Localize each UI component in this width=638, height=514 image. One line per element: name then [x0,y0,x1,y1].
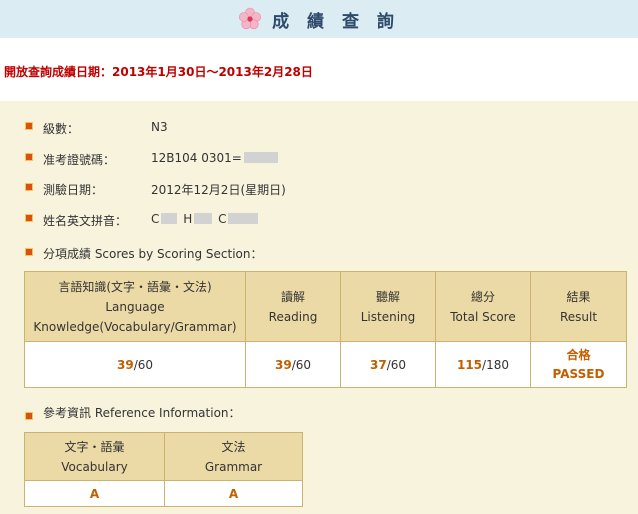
result-pass-label: 合格 [566,347,591,362]
col-result: 結果 Result [530,271,627,342]
redacted-block [194,213,213,224]
grammar-grade: A [164,480,303,507]
col-header-line: Result [559,309,598,324]
col-language-knowledge: 言語知識(文字・語彙・文法) Language Knowledge(Vocabu… [24,271,246,342]
score-total: 115/180 [435,341,531,388]
name-romaji-value: C H C [151,212,260,226]
col-header-line: 聽解 [375,289,400,304]
grade-value: A [89,486,100,501]
scores-table: 言語知識(文字・語彙・文法) Language Knowledge(Vocabu… [24,271,627,388]
col-grammar: 文法 Grammar [164,432,303,481]
col-header-line: Reading [268,309,318,324]
bullet-icon [25,248,33,256]
exam-number-text: 12B104 0301= [151,151,242,165]
col-header-line: Vocabulary [61,459,128,474]
col-reading: 讀解 Reading [245,271,341,342]
col-header-line: Language [105,299,165,314]
name-romaji-label: 姓名英文拼音： [43,214,128,228]
score-value: 37 [369,357,387,372]
score-value: 115 [456,357,483,372]
reference-table: 文字・語彙 Vocabulary 文法 Grammar A A [24,432,303,507]
col-header-line: 總分 [470,289,495,304]
exam-number-value: 12B104 0301= [151,151,280,165]
grade-value: A [228,486,239,501]
score-max: /60 [133,357,153,372]
score-value: 39 [116,357,134,372]
exam-number-label: 准考證號碼： [43,153,116,167]
bullet-icon [25,153,33,161]
page-header: 成 績 查 詢 [0,0,638,38]
score-max: /180 [482,357,509,372]
col-header-line: 文法 [221,439,246,454]
test-date-value: 2012年12月2日(星期日) [151,183,286,197]
col-listening: 聽解 Listening [340,271,436,342]
cherry-blossom-icon [239,7,262,30]
result-cell: 合格 PASSED [530,341,627,388]
bullet-icon [25,214,33,222]
redacted-block [228,213,259,224]
col-header-line: Knowledge(Vocabulary/Grammar) [33,319,237,334]
name-initial: H [183,212,193,226]
vocabulary-grade: A [24,480,165,507]
score-max: /60 [386,357,406,372]
col-header-line: Grammar [204,459,263,474]
scores-heading: 分項成績 Scores by Scoring Section： [43,247,263,261]
redacted-block [243,152,278,163]
col-header-line: 結果 [566,289,591,304]
result-passed-label: PASSED [552,366,605,381]
bullet-icon [25,412,33,420]
score-language-knowledge: 39/60 [24,341,246,388]
test-date-label: 測驗日期： [43,183,104,197]
redacted-block [161,213,178,224]
score-value: 39 [274,357,292,372]
score-reading: 39/60 [245,341,341,388]
open-period-notice: 開放查詢成績日期：2013年1月30日～2013年2月28日 [4,65,313,79]
col-total-score: 總分 Total Score [435,271,531,342]
col-header-line: 文字・語彙 [64,439,125,454]
col-vocabulary: 文字・語彙 Vocabulary [24,432,165,481]
name-initial: C [151,212,160,226]
level-value: N3 [151,120,168,134]
result-panel: 級數： N3 准考證號碼： 12B104 0301= 測驗日期： 2012年12… [0,101,638,514]
level-label: 級數： [43,122,80,136]
col-header-line: Total Score [450,309,516,324]
score-listening: 37/60 [340,341,436,388]
bullet-icon [25,122,33,130]
page-title: 成 績 查 詢 [272,11,400,32]
reference-heading: 參考資訊 Reference Information： [43,406,241,420]
col-header-line: 言語知識(文字・語彙・文法) [58,279,212,294]
score-max: /60 [291,357,311,372]
col-header-line: 讀解 [280,289,305,304]
name-initial: C [218,212,227,226]
bullet-icon [25,183,33,191]
col-header-line: Listening [360,309,416,324]
